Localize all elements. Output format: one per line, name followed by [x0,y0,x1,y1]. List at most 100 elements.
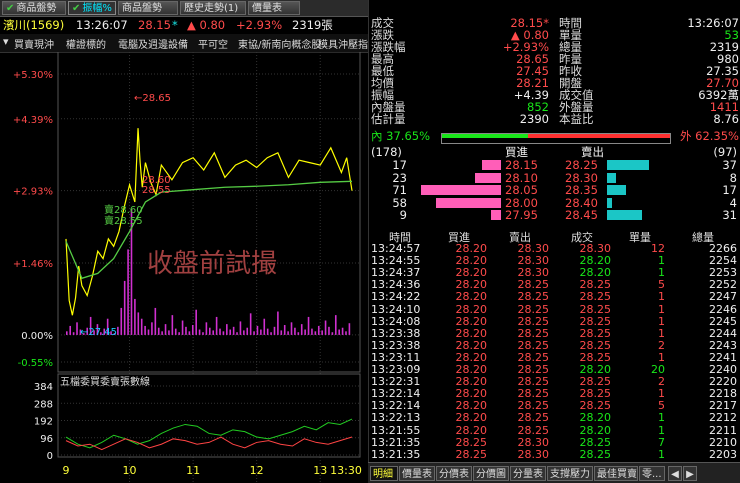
tick-total: 2211 [709,423,737,437]
volume-bar [195,309,197,335]
volume-bar [256,325,259,335]
tick-row[interactable]: 13:21:35 28.25 28.30 28.25 1 2203 [369,447,740,461]
arrow-right-icon[interactable]: ▶ [683,466,697,481]
volume-bar [273,326,276,335]
category-tag-computer[interactable]: 電腦及週邊設備 [118,36,188,51]
bottom-tab[interactable]: 分價表 [436,466,472,481]
tick-bid: 28.20 [455,350,488,364]
closing-auction-watermark: 收盤前試撮 [147,249,277,279]
tick-volume: 1 [658,423,665,437]
quote-summary-bar: 濱川(1569) 13:26:07 28.15 * ▲ 0.80 +2.93% … [0,17,368,33]
tick-row[interactable]: 13:21:55 28.20 28.25 28.20 1 2211 [369,423,740,437]
tick-price: 28.25 [579,387,612,401]
tick-ask: 28.25 [517,290,550,304]
bottom-tab-bar: 明細 價量表 分價表 分價圖 分量表 支撐壓力 最佳買賣 零... ◀ ▶ [368,462,740,483]
category-tag-shortable[interactable]: 平可空 [198,36,228,51]
tab-amplitude[interactable]: ✔ 振幅% [68,1,116,15]
tick-row[interactable]: 13:23:38 28.20 28.25 28.25 2 2243 [369,339,740,352]
tick-time: 13:21:35 [371,447,421,461]
bid-volume-bar [491,210,501,221]
tick-row[interactable]: 13:24:36 28.20 28.25 28.25 5 2252 [369,278,740,292]
bottom-tab[interactable]: 支撐壓力 [547,466,593,481]
tick-volume: 1 [658,350,665,364]
bid-volume-bar [475,172,501,183]
category-tag-warrant[interactable]: 權證標的 [66,36,106,51]
volume-bar [294,327,296,335]
tick-time: 13:22:14 [371,387,421,401]
bid-price[interactable]: 27.95 [505,209,538,222]
tick-total: 2220 [709,375,737,389]
tick-ask: 28.25 [517,375,550,389]
tick-price: 28.25 [579,375,612,389]
tick-price: 28.25 [579,278,612,292]
chevron-down-icon[interactable]: ▾ [3,35,9,48]
tick-row[interactable]: 13:23:09 28.20 28.25 28.20 20 2240 [369,363,740,376]
category-tag-mold[interactable]: 模具沖壓指... [318,36,368,51]
volume-bar [331,332,334,335]
tick-row[interactable]: 13:22:13 28.20 28.25 28.20 1 2212 [369,411,740,424]
volume-bar [277,311,279,335]
total-volume: 2319張 [292,18,333,32]
arrow-left-icon[interactable]: ◀ [668,466,682,481]
tick-price: 28.25 [579,350,612,364]
bottom-tab[interactable]: 分量表 [510,466,546,481]
tick-price: 28.25 [579,314,612,328]
volume-bar [334,315,337,335]
category-tag-asean[interactable]: 東協/新南向概念股 [238,36,321,51]
tick-total: 2218 [709,387,737,401]
tick-time: 13:24:10 [371,302,421,316]
tick-row[interactable]: 13:24:22 28.20 28.25 28.25 1 2247 [369,290,740,304]
volume-bar [328,326,330,335]
stock-name[interactable]: 濱川(1569) [3,17,64,33]
tick-row[interactable]: 13:22:31 28.20 28.25 28.25 2 2220 [369,375,740,389]
tick-row[interactable]: 13:24:55 28.20 28.30 28.20 1 2254 [369,254,740,267]
tick-price: 28.25 [579,435,612,449]
tick-row[interactable]: 13:22:14 28.20 28.25 28.25 5 2217 [369,399,740,413]
tick-row[interactable]: 13:24:10 28.20 28.25 28.25 1 2246 [369,302,740,316]
tick-time: 13:23:09 [371,363,421,376]
bottom-tab[interactable]: 明細 [370,466,398,481]
tick-total: 2266 [709,242,737,255]
tab-product-overview-1[interactable]: 商品盤勢(1) [118,1,178,28]
volume-bar [229,329,232,335]
tick-row[interactable]: 13:21:35 28.25 28.30 28.25 7 2210 [369,435,740,449]
ask-volume: 31 [722,208,737,223]
tab-price-volume[interactable]: 價量表(1) [248,1,300,28]
ask-price[interactable]: 28.45 [565,209,598,222]
ask-volume-bar [607,185,626,196]
ask-volume-bar [607,160,649,170]
bottom-tab[interactable]: 價量表 [399,466,435,481]
tick-total: 2240 [709,363,737,376]
volume-bar [243,330,245,335]
intraday-chart[interactable]: +5.30% +4.39% +2.93% +1.46% 0.00% -0.55% 收盤前試撮… [0,52,368,482]
tick-row[interactable]: 13:24:37 28.20 28.30 28.20 1 2253 [369,266,740,279]
tick-price: 28.25 [579,399,612,413]
volume-bar [185,326,187,335]
quote-value: 2390 [519,112,549,126]
price-annotation: 賣28.60 [104,203,143,216]
tick-row[interactable]: 13:23:11 28.20 28.25 28.25 1 2241 [369,350,740,364]
bottom-tab[interactable]: 零... [639,466,665,481]
volume-bar [219,328,221,335]
tick-ask: 28.25 [517,423,550,437]
tick-volume: 1 [658,290,665,304]
tab-history-trend[interactable]: 歷史走勢(1) [180,1,246,15]
price-annotation: ←27.45 [80,327,117,338]
tick-row[interactable]: 13:24:08 28.20 28.25 28.25 1 2245 [369,314,740,328]
tick-row[interactable]: 13:22:14 28.20 28.25 28.25 1 2218 [369,387,740,401]
tick-total: 2245 [709,314,737,328]
x-tick-label: 10 [123,464,137,477]
tick-row[interactable]: 13:23:38 28.20 28.25 28.25 1 2244 [369,327,740,340]
volume-bar [117,326,119,335]
category-tag-daytrade[interactable]: 買賣現沖 [14,36,54,51]
tab-product-overview[interactable]: ✔ 商品盤勢 [2,1,66,15]
volume-bar [164,324,167,335]
volume-bar [66,331,68,335]
inner-ratio-label: 內 37.65% [371,129,431,143]
bottom-tab[interactable]: 分價圖 [473,466,509,481]
tick-total: 2252 [709,278,737,292]
tick-time: 13:24:36 [371,278,421,292]
tick-bid: 28.20 [455,290,488,304]
tick-row[interactable]: 13:24:57 28.20 28.30 28.30 12 2266 [369,242,740,255]
bottom-tab[interactable]: 最佳買賣 [594,466,638,481]
